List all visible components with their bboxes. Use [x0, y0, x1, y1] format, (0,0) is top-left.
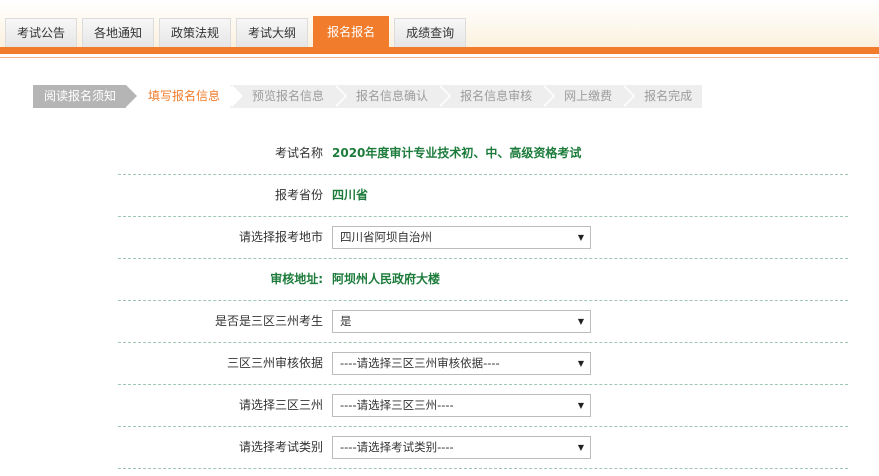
tab-score-query[interactable]: 成绩查询	[394, 18, 467, 47]
registration-form: 考试名称 2020年度审计专业技术初、中、高级资格考试 报考省份 四川省 请选择…	[118, 133, 848, 469]
nav-underline	[0, 47, 879, 54]
row-audit-address: 审核地址: 阿坝州人民政府大楼	[118, 259, 848, 301]
tab-registration[interactable]: 报名报名	[313, 16, 390, 47]
divider	[0, 57, 879, 58]
province-value: 四川省	[332, 188, 369, 202]
tab-policies[interactable]: 政策法规	[159, 18, 232, 47]
category-select-value: ----请选择考试类别----	[340, 440, 454, 454]
chevron-down-icon: ▼	[577, 359, 584, 368]
region-select-value: ----请选择三区三州----	[340, 398, 454, 412]
step-preview: 预览报名信息	[230, 85, 348, 108]
chevron-down-icon: ▼	[577, 401, 584, 410]
step-read-notice: 阅读报名须知	[33, 85, 140, 108]
audit-address-value: 阿坝州人民政府大楼	[332, 272, 441, 286]
top-navigation: 考试公告 各地通知 政策法规 考试大纲 报名报名 成绩查询	[0, 0, 879, 47]
chevron-down-icon: ▼	[577, 233, 584, 242]
region-select[interactable]: ----请选择三区三州---- ▼	[332, 394, 591, 417]
city-select[interactable]: 四川省阿坝自治州 ▼	[332, 226, 591, 249]
category-select[interactable]: ----请选择考试类别---- ▼	[332, 436, 591, 459]
three-state-label: 是否是三区三州考生	[214, 314, 323, 328]
row-audit-basis: 三区三州审核依据 ----请选择三区三州审核依据---- ▼	[118, 343, 848, 385]
category-label: 请选择考试类别	[238, 440, 323, 454]
row-category: 请选择考试类别 ----请选择考试类别---- ▼	[118, 427, 848, 469]
nav-tabs: 考试公告 各地通知 政策法规 考试大纲 报名报名 成绩查询	[5, 16, 467, 47]
step-fill-info: 填写报名信息	[126, 85, 244, 108]
region-label: 请选择三区三州	[238, 398, 323, 412]
chevron-down-icon: ▼	[577, 443, 584, 452]
row-province: 报考省份 四川省	[118, 175, 848, 217]
province-label: 报考省份	[274, 188, 323, 202]
audit-address-label: 审核地址:	[270, 272, 323, 286]
step-confirm: 报名信息确认	[334, 85, 452, 108]
step-review: 报名信息审核	[438, 85, 556, 108]
exam-name-value: 2020年度审计专业技术初、中、高级资格考试	[332, 146, 582, 160]
tab-exam-announcement[interactable]: 考试公告	[5, 18, 78, 47]
exam-name-label: 考试名称	[274, 146, 323, 160]
three-state-select-value: 是	[340, 314, 352, 328]
row-three-state: 是否是三区三州考生 是 ▼	[118, 301, 848, 343]
progress-steps: 阅读报名须知 填写报名信息 预览报名信息 报名信息确认 报名信息审核 网上缴费 …	[33, 85, 703, 108]
tab-exam-syllabus[interactable]: 考试大纲	[236, 18, 309, 47]
three-state-select[interactable]: 是 ▼	[332, 310, 591, 333]
city-select-value: 四川省阿坝自治州	[340, 230, 432, 244]
row-exam-name: 考试名称 2020年度审计专业技术初、中、高级资格考试	[118, 133, 848, 175]
audit-basis-label: 三区三州审核依据	[226, 356, 323, 370]
row-city: 请选择报考地市 四川省阿坝自治州 ▼	[118, 217, 848, 259]
row-region: 请选择三区三州 ----请选择三区三州---- ▼	[118, 385, 848, 427]
audit-basis-select[interactable]: ----请选择三区三州审核依据---- ▼	[332, 352, 591, 375]
city-label: 请选择报考地市	[238, 230, 323, 244]
chevron-down-icon: ▼	[577, 317, 584, 326]
tab-local-notices[interactable]: 各地通知	[82, 18, 155, 47]
audit-basis-select-value: ----请选择三区三州审核依据----	[340, 356, 500, 370]
